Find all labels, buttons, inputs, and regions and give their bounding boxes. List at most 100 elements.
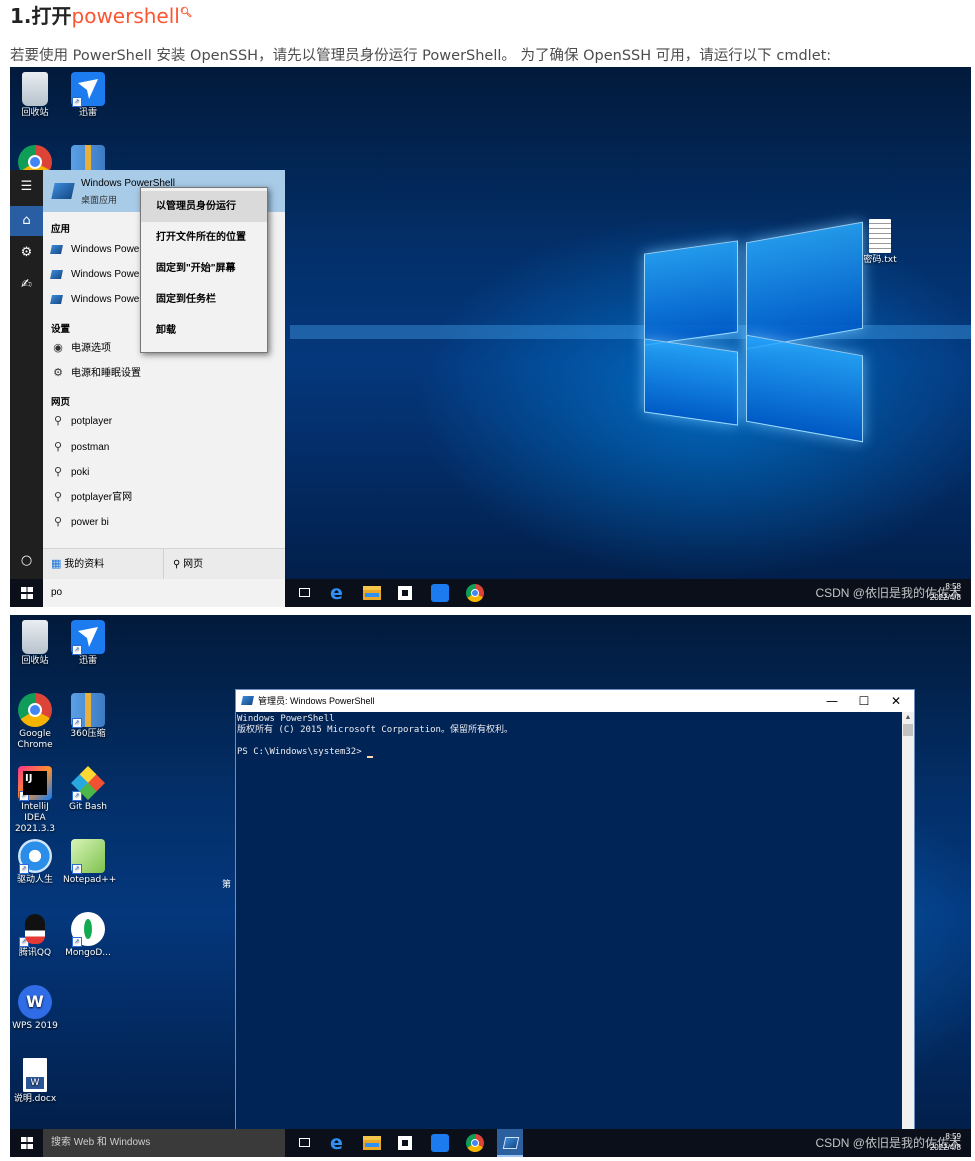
desktop-icon-recycle-bin[interactable]: 回收站 (10, 72, 60, 119)
thunder-icon[interactable] (431, 1134, 449, 1152)
powershell-link[interactable]: powershell (72, 4, 180, 28)
desktop-icon-chrome[interactable]: Google Chrome (10, 693, 60, 751)
desktop-icon-docx[interactable]: 说明.docx (10, 1058, 60, 1105)
desktop-icon-password-txt[interactable]: 密码.txt (855, 219, 905, 266)
gear-icon[interactable]: ⚙ (10, 238, 43, 268)
wallpaper-pane (644, 240, 738, 346)
uninstall-item[interactable]: 卸载 (141, 315, 267, 346)
thunder-icon: ↗ (71, 72, 105, 107)
notepad-icon: ↗ (71, 839, 105, 874)
pin-to-taskbar-item[interactable]: 固定到任务栏 (141, 284, 267, 315)
web-result[interactable]: ⚲ potplayer官网 (51, 486, 132, 508)
word-doc-icon (23, 1058, 47, 1092)
web-result[interactable]: ⚲ postman (51, 436, 109, 458)
pin-to-start-item[interactable]: 固定到"开始"屏幕 (141, 253, 267, 284)
mongodb-icon: ↗ (71, 912, 105, 947)
desktop-icon-thunder[interactable]: ↗ 迅雷 (63, 620, 113, 667)
scroll-up-icon[interactable]: ▲ (902, 712, 914, 724)
powershell-window: 管理员: Windows PowerShell — ☐ ✕ Windows Po… (235, 689, 915, 1145)
search-icon: ⚲ (53, 466, 63, 478)
thunder-icon[interactable] (431, 584, 449, 602)
desktop-icon-360zip[interactable]: ↗ 360压缩 (63, 693, 113, 740)
desktop-icon-recycle-bin[interactable]: 回收站 (10, 620, 60, 667)
hamburger-icon[interactable]: ☰ (10, 172, 43, 202)
web-result[interactable]: ⚲ power bi (51, 511, 109, 533)
driver-icon: ↗ (18, 839, 52, 874)
search-icon: ⚲ (173, 559, 181, 570)
start-button[interactable] (10, 579, 43, 607)
run-as-admin-item[interactable]: 以管理员身份运行 (141, 191, 267, 222)
chrome-icon[interactable] (466, 1134, 484, 1152)
powershell-console[interactable]: Windows PowerShell 版权所有 (C) 2015 Microso… (237, 714, 900, 1142)
gear-icon: ⚙ (53, 367, 63, 379)
chrome-icon[interactable] (466, 584, 484, 602)
desktop-icon-intellij[interactable]: ↗ IntelliJ IDEA 2021.3.3 (10, 766, 60, 835)
web-result[interactable]: ⚲ potplayer (51, 410, 112, 432)
web-result[interactable]: ⚲ poki (51, 461, 89, 483)
powershell-icon (50, 269, 63, 279)
powershell-titlebar[interactable]: 管理员: Windows PowerShell — ☐ ✕ (236, 690, 914, 712)
my-stuff-button[interactable]: ▦ 我的资料 (51, 549, 104, 580)
store-icon[interactable] (398, 586, 412, 600)
maximize-button[interactable]: ☐ (848, 690, 880, 712)
taskbar-search-input[interactable]: 搜索 Web 和 Windows (43, 1129, 285, 1157)
search-icon: ⚲ (53, 516, 63, 528)
partial-text: 第 (222, 879, 232, 889)
close-button[interactable]: ✕ (880, 690, 912, 712)
archive-icon: ↗ (71, 693, 105, 728)
windows-icon (21, 587, 33, 599)
desktop-icon-wps[interactable]: WPS 2019 (10, 985, 60, 1032)
home-icon[interactable]: ⌂ (10, 206, 43, 236)
settings-result[interactable]: ⚙ 电源和睡眠设置 (51, 362, 141, 384)
desktop-icon-notepadpp[interactable]: ↗ Notepad++ (63, 839, 116, 886)
start-button[interactable] (10, 1129, 43, 1157)
edge-icon[interactable]: e (330, 584, 348, 603)
wallpaper-beam (290, 325, 971, 339)
git-icon: ↗ (71, 766, 105, 801)
web-button[interactable]: ⚲ 网页 (173, 549, 203, 580)
store-icon[interactable] (398, 1136, 412, 1150)
app-result[interactable]: Windows Powe (50, 264, 139, 286)
settings-result[interactable]: ◉ 电源选项 (51, 337, 111, 359)
chrome-icon (18, 693, 52, 727)
taskbar-search-input[interactable]: po (43, 579, 285, 607)
thunder-icon: ↗ (71, 620, 105, 655)
wallpaper-pane (746, 221, 863, 350)
windows-icon (21, 1137, 33, 1149)
article-heading: 1.打开powershell🔍︎ (10, 0, 193, 28)
desktop-icon-thunder[interactable]: ↗ 迅雷 (63, 72, 113, 119)
vertical-scrollbar[interactable]: ▲ (902, 712, 914, 1144)
context-menu: 以管理员身份运行 打开文件所在的位置 固定到"开始"屏幕 固定到任务栏 卸载 (140, 187, 268, 353)
start-rail: ☰ ⌂ ⚙ ✍ ○ (10, 170, 43, 579)
file-explorer-icon[interactable] (363, 586, 381, 600)
qq-icon: ↗ (18, 912, 52, 947)
search-icon: ⚲ (53, 491, 63, 503)
file-explorer-icon[interactable] (363, 1136, 381, 1150)
edge-icon[interactable]: e (330, 1134, 348, 1153)
scroll-thumb[interactable] (903, 724, 913, 736)
desktop-icon-git-bash[interactable]: ↗ Git Bash (63, 766, 113, 813)
desktop-icon-driver[interactable]: ↗ 驱动人生 (10, 839, 60, 886)
powershell-icon (241, 696, 254, 705)
search-icon: ⚲ (53, 441, 63, 453)
wps-icon (18, 985, 52, 1019)
powershell-taskbar-icon[interactable] (497, 1129, 523, 1157)
feedback-icon[interactable]: ✍ (10, 270, 43, 300)
open-file-location-item[interactable]: 打开文件所在的位置 (141, 222, 267, 253)
app-result[interactable]: Windows Powe (50, 289, 139, 311)
desktop-icon-qq[interactable]: ↗ 腾讯QQ (10, 912, 60, 959)
powershell-icon (50, 244, 63, 254)
screenshot-powershell-admin: 回收站 ↗ 迅雷 Google Chrome ↗ 360压缩 ↗ Intelli… (10, 615, 971, 1157)
settings-heading: 设置 (51, 324, 71, 335)
cortana-circle-icon[interactable]: ○ (10, 546, 43, 576)
desktop-icon-mongodb[interactable]: ↗ MongoD... (63, 912, 113, 959)
task-view-icon[interactable] (299, 588, 310, 597)
csdn-watermark: CSDN @依旧是我的佐佐木 (815, 1136, 961, 1150)
text-cursor (367, 756, 374, 758)
app-result[interactable]: Windows Powe (50, 239, 139, 261)
search-icon[interactable]: 🔍︎ (180, 7, 193, 18)
task-view-icon[interactable] (299, 1138, 310, 1147)
taskbar: po e 8:58 2022/4/8 CSDN @依旧是我的佐佐木 (10, 579, 971, 607)
minimize-button[interactable]: — (816, 690, 848, 712)
start-bottom-bar: ▦ 我的资料 ⚲ 网页 (43, 548, 285, 580)
